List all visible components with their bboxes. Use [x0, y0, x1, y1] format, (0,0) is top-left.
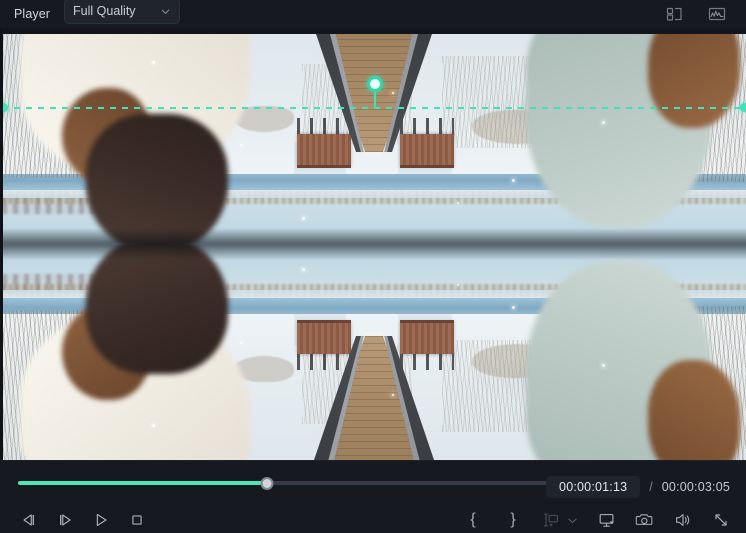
- current-timecode[interactable]: 00:00:01:13: [546, 476, 641, 498]
- video-primary-half: [2, 244, 746, 460]
- guide-handle-right[interactable]: [740, 103, 746, 112]
- fullscreen-button[interactable]: [710, 509, 732, 531]
- snapshot-button[interactable]: [634, 509, 656, 531]
- split-screen-button[interactable]: [540, 509, 562, 531]
- split-screen-group: [540, 509, 580, 531]
- playback-controls: [18, 509, 148, 531]
- total-timecode: 00:00:03:05: [661, 480, 730, 494]
- stage-left-edge: [0, 28, 3, 460]
- mark-in-out-group: { }: [462, 509, 524, 531]
- display-settings-button[interactable]: [596, 509, 618, 531]
- video-canvas[interactable]: [2, 28, 746, 460]
- transport-bar: 00:00:01:13 / 00:00:03:05 {}: [0, 460, 746, 533]
- waveform-icon[interactable]: [706, 3, 728, 25]
- volume-button[interactable]: [672, 509, 694, 531]
- progress-row: 00:00:01:13 / 00:00:03:05: [0, 470, 746, 498]
- panel-title: Player: [14, 7, 51, 21]
- timecode-separator: /: [649, 480, 653, 494]
- seek-handle[interactable]: [260, 477, 274, 490]
- mark-out-button[interactable]: }: [502, 509, 524, 531]
- next-frame-button[interactable]: [54, 509, 76, 531]
- player-toolbar: Player Full Quality: [0, 0, 746, 28]
- mark-in-button[interactable]: {: [462, 509, 484, 531]
- chevron-down-icon: [160, 6, 171, 17]
- play-button[interactable]: [90, 509, 112, 531]
- stop-button[interactable]: [126, 509, 148, 531]
- quality-dropdown[interactable]: Full Quality: [64, 0, 181, 24]
- split-screen-dropdown-chevron-down-icon[interactable]: [564, 512, 580, 528]
- letterbox-top: [2, 28, 746, 34]
- toolbar-icon-group: [664, 3, 728, 25]
- seek-fill: [18, 481, 268, 485]
- video-mirrored-half: [2, 28, 746, 244]
- video-preview-stage[interactable]: [0, 28, 746, 460]
- player-tools: { }: [462, 509, 732, 531]
- seek-bar[interactable]: [18, 476, 548, 490]
- controls-row: { }: [0, 503, 746, 533]
- player-window: Player Full Quality 00:00:01:13 / 00:00:…: [0, 0, 746, 533]
- split-view-icon[interactable]: [664, 3, 686, 25]
- rotation-handle[interactable]: [367, 76, 383, 92]
- previous-frame-button[interactable]: [18, 509, 40, 531]
- quality-dropdown-value: Full Quality: [73, 4, 136, 18]
- timecode-group: 00:00:01:13 / 00:00:03:05: [546, 476, 734, 498]
